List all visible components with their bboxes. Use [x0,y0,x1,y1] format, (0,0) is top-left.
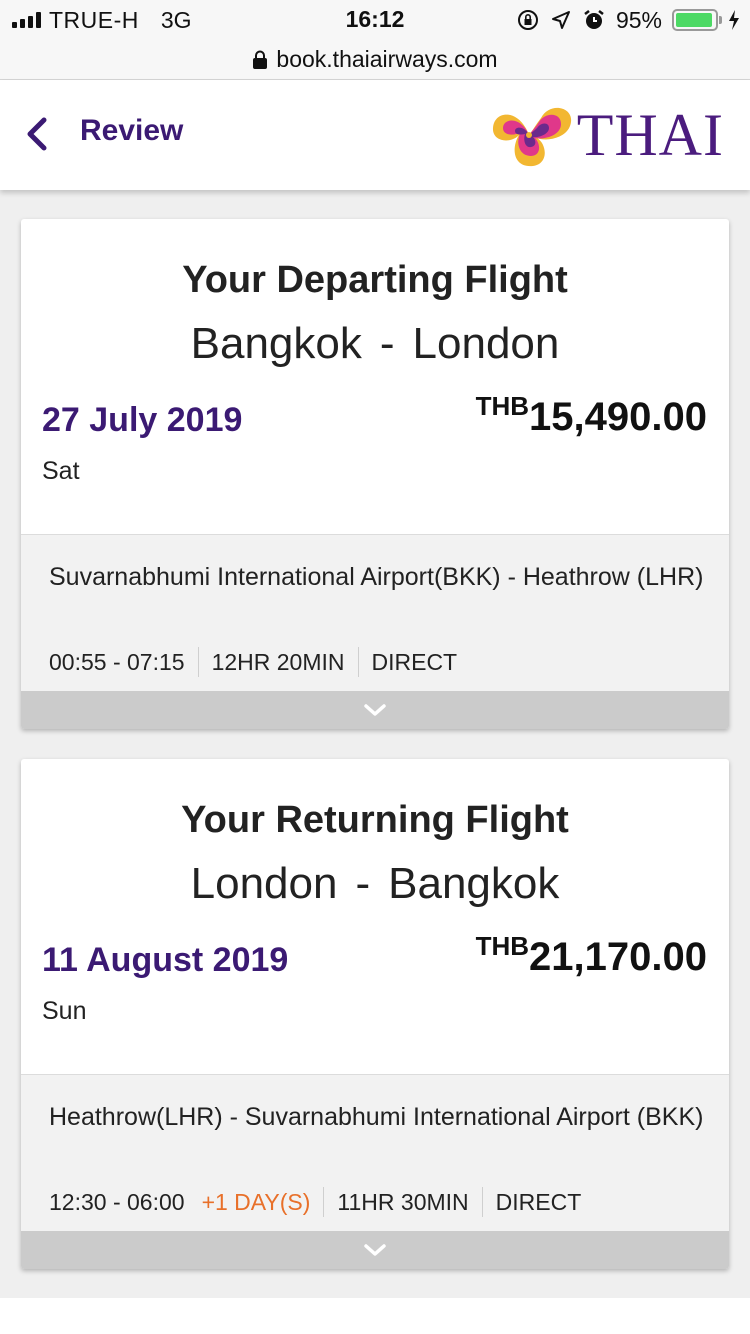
next-day-indicator: +1 DAY(S) [201,1188,311,1215]
flight-summary: Your Departing Flight Bangkok - London 27 … [21,219,729,535]
expand-details-button[interactable] [21,691,729,729]
flight-day: Sat [42,457,80,485]
location-icon [551,11,570,29]
card-heading: Your Departing Flight [182,259,568,301]
flight-date: 27 July 2019 [42,401,243,439]
route: Bangkok - London [21,319,729,369]
battery-icon [672,9,722,31]
flight-stops: DIRECT [371,648,458,675]
expand-details-button[interactable] [21,1231,729,1269]
card-heading: Your Returning Flight [181,799,569,841]
divider [481,1187,483,1217]
thai-logo[interactable]: THAI [489,98,724,172]
flight-details: Heathrow(LHR) - Suvarnabhumi Internation… [21,1075,729,1231]
route-separator: - [379,319,395,368]
flight-stops: DIRECT [495,1188,582,1215]
status-bar: TRUE-H 3G 16:12 95% [0,0,750,40]
page-title: Review [80,114,184,147]
airports: Suvarnabhumi International Airport(BKK) … [49,563,704,591]
thai-orchid-logo [492,107,571,167]
page-bottom [0,1298,750,1334]
orientation-lock-icon [517,10,538,30]
lock-icon [253,50,268,69]
alarm-icon [584,10,604,29]
flight-meta: 00:55 - 07:15 12HR 20MIN DIRECT [49,647,457,677]
chevron-down-icon [364,1244,386,1256]
divider [323,1187,325,1217]
origin-city: Bangkok [190,319,362,368]
currency-code: THB [475,391,530,421]
flight-details: Suvarnabhumi International Airport(BKK) … [21,535,729,691]
flight-duration: 12HR 20MIN [211,648,345,675]
flight-date: 11 August 2019 [42,941,289,979]
charging-icon [729,10,739,30]
flight-times: 12:30 - 06:00 [49,1188,185,1215]
route-separator: - [355,859,371,908]
address-bar[interactable]: book.thaiairways.com [0,40,750,80]
destination-city: London [412,319,560,368]
chevron-down-icon [364,704,386,716]
flight-meta: 12:30 - 06:00 +1 DAY(S) 11HR 30MIN DIREC… [49,1187,581,1217]
departing-flight-card: Your Departing Flight Bangkok - London 27 … [21,219,729,729]
flight-duration: 11HR 30MIN [337,1188,469,1215]
battery-percent: 95% [615,6,662,33]
flight-day: Sun [42,997,87,1025]
logo-wordmark: THAI [576,101,724,168]
page-header: Review THAI [0,80,750,190]
origin-city: London [190,859,338,908]
divider [197,647,199,677]
price-amount: 21,170.00 [529,935,707,979]
flight-times: 00:55 - 07:15 [49,648,185,675]
fare-price: THB21,170.00 [476,931,707,980]
destination-city: Bangkok [388,859,560,908]
price-amount: 15,490.00 [529,395,707,439]
chevron-left-icon[interactable] [20,114,60,154]
url-text: book.thaiairways.com [276,46,498,72]
status-right: 95% [516,6,740,34]
battery-level [676,13,713,27]
flight-summary: Your Returning Flight London - Bangkok 11 … [21,759,729,1075]
route: London - Bangkok [21,859,729,909]
currency-code: THB [475,931,530,961]
airports: Heathrow(LHR) - Suvarnabhumi Internation… [49,1103,704,1131]
fare-price: THB15,490.00 [476,391,707,440]
divider [357,647,359,677]
returning-flight-card: Your Returning Flight London - Bangkok 11 … [21,759,729,1269]
